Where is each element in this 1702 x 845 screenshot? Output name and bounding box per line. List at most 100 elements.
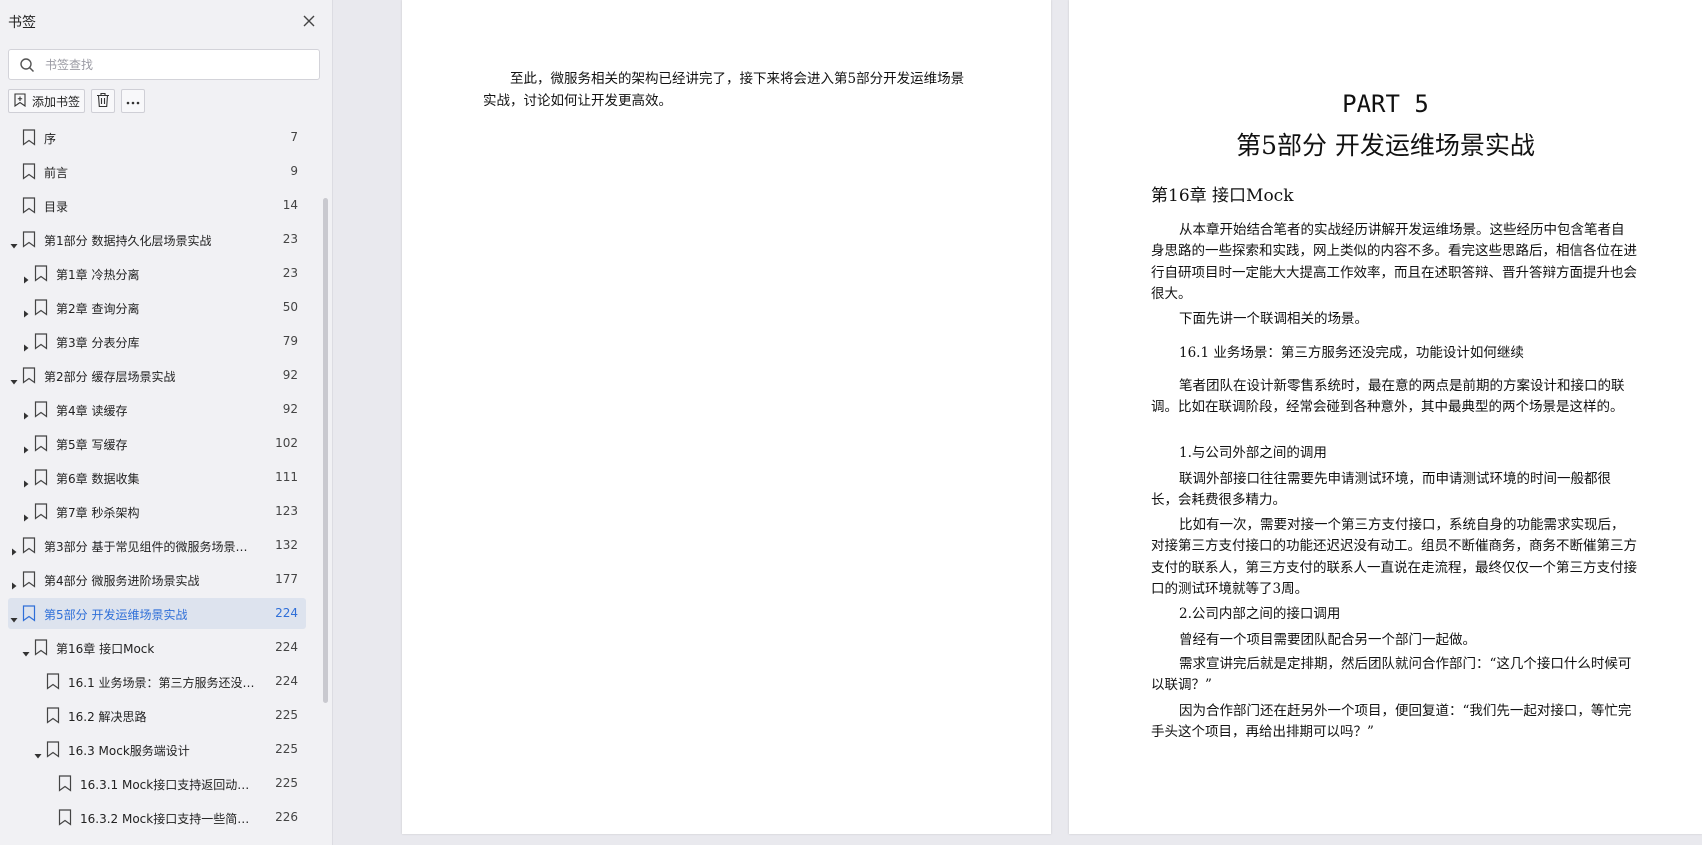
body-paragraph: 需求宣讲完后就是定排期，然后团队就问合作部门：“这几个接口什么时候可以联调？”	[1151, 656, 1632, 694]
bookmark-label: 第1部分 数据持久化层场景实战	[44, 234, 212, 248]
expanded-arrow-icon[interactable]	[10, 235, 18, 249]
bookmark-icon	[34, 401, 48, 418]
bookmark-panel-title: 书签	[8, 15, 36, 31]
bookmark-page-number: 50	[282, 300, 298, 314]
bookmark-icon	[46, 673, 60, 690]
bookmark-label: 前言	[44, 166, 69, 180]
add-bookmark-icon	[13, 92, 27, 110]
bookmark-item[interactable]: 16.3.2 Mock接口支持一些简单的... 226	[8, 802, 306, 833]
bookmark-label: 第6章 数据收集	[56, 472, 140, 486]
bookmark-page-number: 23	[282, 232, 298, 246]
bookmark-page-number: 14	[282, 198, 298, 212]
expanded-arrow-icon[interactable]	[22, 643, 30, 657]
part-title: 第5部分 开发运维场景实战	[1236, 131, 1535, 160]
bookmark-item[interactable]: 第2章 查询分离 50	[8, 292, 306, 323]
bookmark-icon	[58, 809, 72, 826]
bookmark-page-number: 224	[275, 606, 298, 620]
bookmark-item[interactable]: 第4部分 微服务进阶场景实战 177	[8, 564, 306, 595]
bookmark-icon	[34, 333, 48, 350]
body-paragraph: 曾经有一个项目需要团队配合另一个部门一起做。	[1179, 632, 1476, 648]
bookmark-page-number: 79	[282, 334, 298, 348]
bookmark-item[interactable]: 16.3.1 Mock接口支持返回动态字... 225	[8, 768, 306, 799]
bookmark-icon	[22, 197, 36, 214]
bookmark-item[interactable]: 第1章 冷热分离 23	[8, 258, 306, 289]
bookmark-page-number: 225	[275, 742, 298, 756]
body-paragraph: 因为合作部门还在赶另外一个项目，便回复道：“我们先一起对接口，等忙完手头这个项目…	[1151, 703, 1632, 741]
bookmark-search-box[interactable]	[8, 49, 320, 80]
collapsed-arrow-icon[interactable]	[22, 507, 30, 522]
subsection-heading: 1.与公司外部之间的调用	[1179, 445, 1327, 461]
bookmark-page-number: 23	[282, 266, 298, 280]
bookmark-item[interactable]: 16.2 解决思路 225	[8, 700, 306, 731]
bookmark-label: 序	[44, 132, 57, 146]
bookmark-label: 目录	[44, 200, 69, 214]
body-paragraph: 联调外部接口往往需要先申请测试环境，而申请测试环境的时间一般都很长，会耗费很多精…	[1151, 471, 1611, 509]
bookmark-icon	[34, 435, 48, 452]
collapsed-arrow-icon[interactable]	[22, 439, 30, 454]
document-page-left: 至此，微服务相关的架构已经讲完了，接下来将会进入第5部分开发运维场景实战，讨论如…	[402, 0, 1051, 834]
expanded-arrow-icon[interactable]	[34, 745, 42, 759]
more-options-button[interactable]	[121, 89, 146, 113]
trash-icon	[96, 92, 110, 111]
page-paragraph: 至此，微服务相关的架构已经讲完了，接下来将会进入第5部分开发运维场景实战，讨论如…	[483, 71, 965, 109]
bookmark-page-number: 92	[282, 402, 298, 416]
bookmark-label: 第3章 分表分库	[56, 336, 140, 350]
chapter-title: 第16章 接口Mock	[1151, 186, 1294, 206]
bookmark-label: 16.3.1 Mock接口支持返回动态字...	[80, 778, 256, 792]
bookmark-item[interactable]: 第16章 接口Mock 224	[8, 632, 306, 663]
bookmark-page-number: 177	[275, 572, 298, 586]
bookmark-page-number: 225	[275, 708, 298, 722]
bookmark-label: 16.2 解决思路	[68, 710, 147, 724]
expanded-arrow-icon[interactable]	[10, 371, 18, 385]
collapsed-arrow-icon[interactable]	[22, 337, 30, 352]
bookmark-item[interactable]: 序7	[8, 122, 306, 153]
add-bookmark-button[interactable]: 添加书签	[8, 89, 86, 113]
body-paragraph: 笔者团队在设计新零售系统时，最在意的两点是前期的方案设计和接口的联调。比如在联调…	[1151, 378, 1625, 416]
collapsed-arrow-icon[interactable]	[22, 473, 30, 488]
bookmark-item[interactable]: 第7章 秒杀架构 123	[8, 496, 306, 527]
collapsed-arrow-icon[interactable]	[22, 269, 30, 284]
collapsed-arrow-icon[interactable]	[10, 541, 18, 556]
body-paragraph: 从本章开始结合笔者的实战经历讲解开发运维场景。这些经历中包含笔者自身思路的一些探…	[1151, 222, 1637, 302]
close-icon[interactable]	[298, 10, 320, 32]
bookmark-list: 序 7 前言 9 目录 14 第1部分 数据持久化层场景实战 23 第1章 冷热分离 23 第2章 …	[0, 122, 310, 845]
bookmark-label: 第16章 接口Mock	[56, 642, 155, 656]
bookmark-item[interactable]: 目录 14	[8, 190, 306, 221]
bookmark-label: 16.3 Mock服务端设计	[68, 744, 190, 758]
add-bookmark-label: 添加书签	[32, 94, 81, 109]
collapsed-arrow-icon[interactable]	[22, 405, 30, 420]
bookmark-item[interactable]: 16.3 Mock服务端设计 225	[8, 734, 306, 765]
bookmark-item[interactable]: 第5章 写缓存 102	[8, 428, 306, 459]
bookmark-item[interactable]: 16.1 业务场景：第三方服务还没完... 224	[8, 666, 306, 697]
bookmark-panel: 书签 添加书签 序7前言9目录14第1部分 数据持久化层场景实战23第1	[0, 0, 333, 845]
bookmark-scrollbar[interactable]	[323, 198, 328, 703]
bookmark-label: 第3部分 基于常见组件的微服务场景实战	[44, 540, 256, 554]
bookmark-icon	[34, 299, 48, 316]
bookmark-label: 16.3.2 Mock接口支持一些简单的...	[80, 812, 256, 826]
bookmark-item[interactable]: 前言 9	[8, 156, 306, 187]
collapsed-arrow-icon[interactable]	[22, 303, 30, 318]
delete-bookmark-button[interactable]	[91, 89, 116, 113]
bookmark-icon	[22, 571, 36, 588]
bookmark-page-number: 123	[275, 504, 298, 518]
collapsed-arrow-icon[interactable]	[10, 575, 18, 590]
bookmark-label: 第4部分 微服务进阶场景实战	[44, 574, 200, 588]
bookmark-item[interactable]: 第2部分 缓存层场景实战 92	[8, 360, 306, 391]
bookmark-item[interactable]: 第5部分 开发运维场景实战 224	[8, 598, 306, 629]
bookmark-icon	[34, 469, 48, 486]
bookmark-icon	[34, 639, 48, 656]
bookmark-item[interactable]: 第4章 读缓存 92	[8, 394, 306, 425]
bookmark-page-number: 132	[275, 538, 298, 552]
bookmark-item[interactable]: 第6章 数据收集 111	[8, 462, 306, 493]
bookmark-item[interactable]: 第3章 分表分库 79	[8, 326, 306, 357]
expanded-arrow-icon[interactable]	[10, 609, 18, 623]
more-icon	[126, 94, 140, 108]
bookmark-item[interactable]: 第1部分 数据持久化层场景实战 23	[8, 224, 306, 255]
bookmark-toolbar: 添加书签	[8, 89, 146, 113]
section-heading: 16.1 业务场景：第三方服务还没完成，功能设计如何继续	[1179, 345, 1524, 361]
bookmark-label: 第5部分 开发运维场景实战	[44, 608, 188, 622]
bookmark-item[interactable]: 第3部分 基于常见组件的微服务场景实战 132	[8, 530, 306, 561]
bookmark-search-input[interactable]	[45, 55, 311, 75]
bookmark-page-number: 7	[290, 130, 298, 144]
bookmark-icon	[22, 231, 36, 248]
